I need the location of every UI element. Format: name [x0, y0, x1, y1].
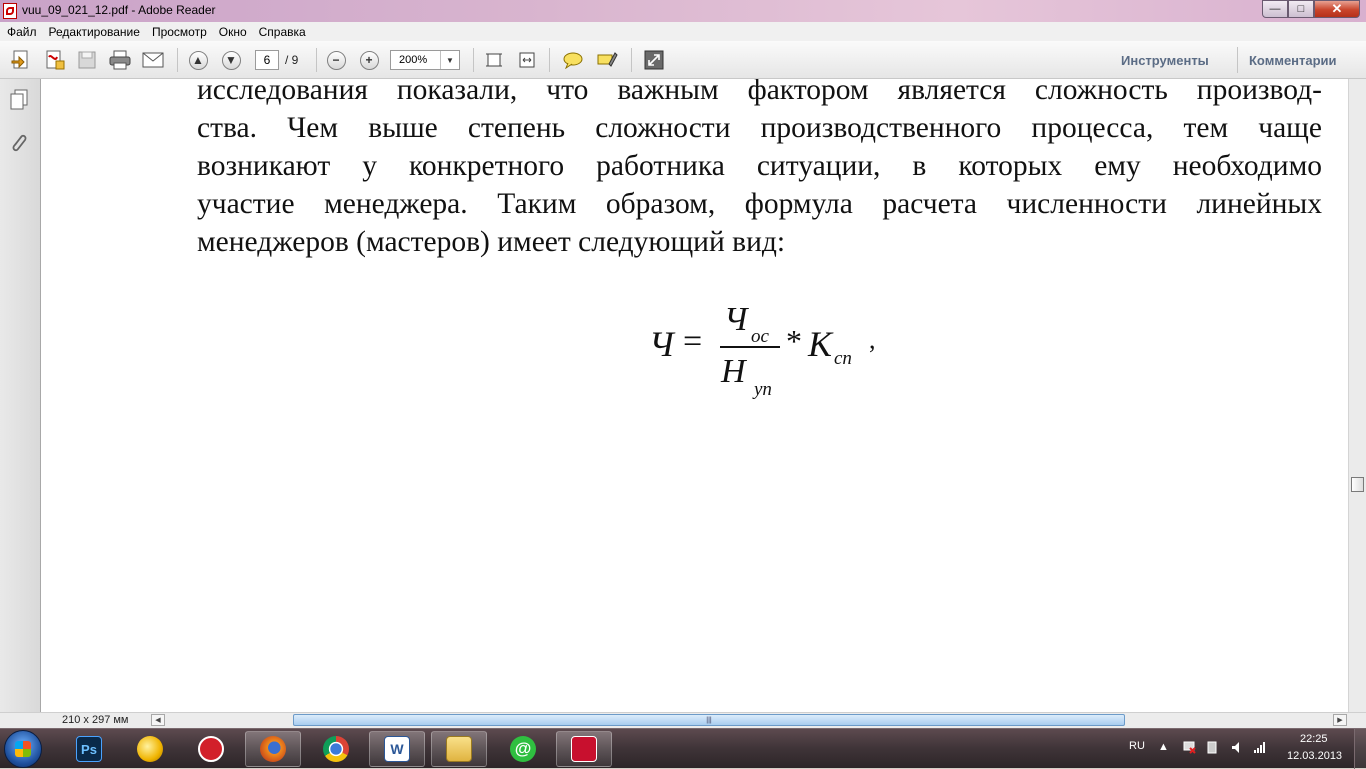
taskbar-photoshop[interactable]: Ps — [61, 731, 117, 767]
window-controls: — □ ✕ — [1262, 0, 1360, 19]
tray-arrow-icon[interactable]: ▲ — [1158, 741, 1170, 753]
tools-button[interactable]: Инструменты — [1121, 53, 1209, 68]
clock-date[interactable]: 12.03.2013 — [1287, 750, 1342, 762]
scan-app-icon — [198, 736, 224, 762]
create-pdf-icon[interactable] — [9, 49, 33, 71]
formula-operator: * — [786, 323, 802, 359]
email-icon[interactable] — [141, 49, 165, 71]
menu-view[interactable]: Просмотр — [146, 25, 213, 39]
network-icon[interactable] — [1183, 741, 1196, 754]
minimize-button[interactable]: — — [1262, 0, 1288, 18]
zoom-in-button[interactable]: + — [357, 49, 381, 71]
taskbar-chrome[interactable] — [308, 731, 364, 767]
highlight-icon[interactable] — [595, 49, 619, 71]
arrow-up-icon: ▲ — [188, 50, 208, 70]
page-count: / 9 — [285, 53, 299, 67]
word-icon: W — [384, 736, 410, 762]
yandex-icon — [137, 736, 163, 762]
save-icon[interactable] — [75, 49, 99, 71]
fit-width-icon[interactable] — [515, 49, 539, 71]
horizontal-scroll-thumb[interactable]: ||| — [293, 714, 1125, 726]
formula-lhs: Ч — [649, 324, 674, 364]
volume-icon[interactable] — [1231, 741, 1243, 753]
taskbar-explorer[interactable] — [431, 731, 487, 767]
comment-icon[interactable] — [561, 49, 585, 71]
document-paragraph: исследования показали, что важным фактор… — [197, 79, 1322, 261]
document-view[interactable]: исследования показали, что важным фактор… — [41, 79, 1348, 712]
vertical-scroll-thumb[interactable] — [1351, 477, 1364, 492]
edit-pdf-icon[interactable] — [43, 49, 67, 71]
menu-window[interactable]: Окно — [213, 25, 253, 39]
taskbar-scan-app[interactable] — [183, 731, 239, 767]
next-page-button[interactable]: ▼ — [219, 49, 243, 71]
pdf-app-icon — [3, 3, 17, 19]
taskbar: Ps W @ RU ▲ 22:25 12.03.2013 — [0, 728, 1366, 769]
formula-factor: К — [808, 324, 832, 364]
fraction-bar — [720, 346, 780, 348]
plus-icon: + — [359, 50, 379, 70]
vertical-scrollbar[interactable] — [1348, 79, 1366, 712]
clock-time[interactable]: 22:25 — [1300, 733, 1328, 745]
text-line: возникают у конкретного работника ситуац… — [197, 150, 1322, 182]
start-button[interactable] — [4, 730, 42, 768]
formula-numerator: Ч — [724, 301, 748, 338]
text-line: исследования показали, что важным фактор… — [197, 79, 1322, 106]
page-thumbnails-icon[interactable] — [9, 89, 29, 116]
adobe-reader-icon — [571, 736, 597, 762]
page-number-input[interactable]: 6 — [255, 50, 279, 70]
formula-equals: = — [683, 323, 703, 360]
taskbar-yandex[interactable] — [122, 731, 178, 767]
taskbar-mail-agent[interactable]: @ — [495, 731, 551, 767]
mail-agent-icon: @ — [510, 736, 536, 762]
formula-factor-subscript: сп — [834, 348, 852, 369]
taskbar-word[interactable]: W — [369, 731, 425, 767]
scroll-left-button[interactable]: ◀ — [151, 714, 165, 726]
attachments-icon[interactable] — [9, 131, 29, 160]
menu-bar: Файл Редактирование Просмотр Окно Справк… — [0, 22, 1366, 41]
status-bar: 210 x 297 мм ◀ ||| ▶ — [0, 712, 1366, 728]
text-line: участие менеджера. Таким образом, формул… — [197, 188, 1322, 220]
toolbar: ▲ ▼ 6 / 9 − + 200% ▼ Инструменты Коммент… — [0, 41, 1366, 79]
taskbar-adobe-reader[interactable] — [556, 731, 612, 767]
fit-page-icon[interactable] — [482, 49, 506, 71]
previous-page-button[interactable]: ▲ — [186, 49, 210, 71]
formula-denominator-subscript: уп — [754, 379, 772, 400]
language-indicator[interactable]: RU — [1129, 740, 1145, 752]
formula-numerator-subscript: ос — [751, 326, 769, 347]
arrow-down-icon: ▼ — [221, 50, 241, 70]
text-line: ства. Чем выше степень сложности произво… — [197, 112, 1322, 144]
window-title: vuu_09_021_12.pdf - Adobe Reader — [22, 3, 216, 17]
menu-edit[interactable]: Редактирование — [43, 25, 146, 39]
page-size-label: 210 x 297 мм — [62, 714, 129, 726]
minus-icon: − — [326, 50, 346, 70]
show-desktop-button[interactable] — [1354, 729, 1366, 769]
firefox-icon — [260, 736, 286, 762]
chevron-down-icon[interactable]: ▼ — [440, 51, 459, 69]
formula: Ч = Ч ос Н уп * К сп , — [649, 301, 909, 401]
zoom-out-button[interactable]: − — [324, 49, 348, 71]
signal-icon[interactable] — [1253, 741, 1265, 753]
fullscreen-icon[interactable] — [642, 49, 666, 71]
print-icon[interactable] — [108, 49, 132, 71]
navigation-pane — [0, 79, 41, 712]
power-icon[interactable] — [1206, 741, 1218, 754]
formula-comma: , — [869, 325, 876, 354]
zoom-select[interactable]: 200% ▼ — [390, 50, 460, 70]
menu-file[interactable]: Файл — [0, 25, 43, 39]
menu-help[interactable]: Справка — [253, 25, 312, 39]
taskbar-firefox[interactable] — [245, 731, 301, 767]
photoshop-icon: Ps — [76, 736, 102, 762]
scroll-right-button[interactable]: ▶ — [1333, 714, 1347, 726]
text-line: менеджеров (мастеров) имеет следующий ви… — [197, 226, 786, 258]
folder-icon — [446, 736, 472, 762]
close-button[interactable]: ✕ — [1314, 0, 1360, 18]
title-bar: vuu_09_021_12.pdf - Adobe Reader — □ ✕ — [0, 0, 1366, 22]
zoom-value: 200% — [399, 54, 428, 66]
comments-button[interactable]: Комментарии — [1249, 53, 1337, 68]
chrome-icon — [323, 736, 349, 762]
formula-denominator: Н — [721, 353, 746, 390]
maximize-button[interactable]: □ — [1288, 0, 1314, 18]
